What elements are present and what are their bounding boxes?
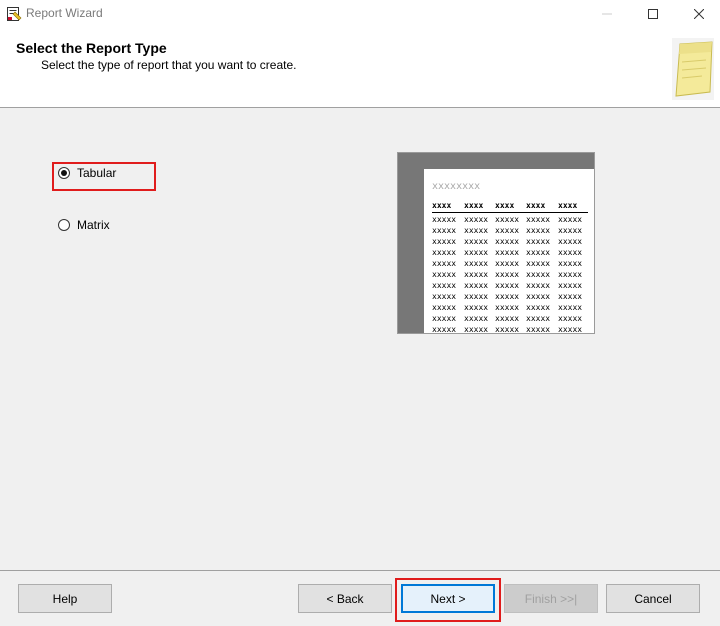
preview-cell: xxxxx bbox=[495, 314, 520, 323]
preview-cell: xxxxx bbox=[464, 226, 489, 235]
preview-cell: xxxxx bbox=[495, 259, 520, 268]
tabular-highlight-box bbox=[52, 162, 156, 191]
preview-cell: xxxxx bbox=[464, 270, 489, 279]
preview-cell: xxxxx bbox=[432, 248, 457, 257]
preview-cell: xxxxx bbox=[495, 215, 520, 224]
preview-header-rule bbox=[432, 212, 588, 213]
minimize-button[interactable] bbox=[584, 0, 630, 28]
preview-cell: xxxxx bbox=[558, 237, 583, 246]
preview-cell: xxxxx bbox=[526, 248, 551, 257]
preview-sheet: xxxxxxxx xxxx xxxx xxxx xxxx xxxx xxxxx xxxxx x… bbox=[424, 169, 594, 333]
preview-cell: xxxxx bbox=[526, 237, 551, 246]
preview-cell: xxxxx bbox=[464, 259, 489, 268]
page-subtitle: Select the type of report that you want … bbox=[41, 58, 297, 72]
back-button[interactable]: < Back bbox=[298, 584, 392, 613]
preview-cell: xxxxx bbox=[432, 259, 457, 268]
report-preview: xxxxxxxx xxxx xxxx xxxx xxxx xxxx xxxxx xxxxx x… bbox=[397, 152, 595, 334]
preview-cell: xxxxx bbox=[526, 215, 551, 224]
preview-header-cell: xxxx bbox=[432, 201, 452, 210]
maximize-button[interactable] bbox=[630, 0, 676, 28]
preview-cell: xxxxx bbox=[432, 215, 457, 224]
matrix-label: Matrix bbox=[77, 218, 110, 232]
preview-header-cell: xxxx bbox=[495, 201, 515, 210]
preview-cell: xxxxx bbox=[558, 303, 583, 312]
preview-cell: xxxxx bbox=[432, 325, 457, 333]
maximize-icon bbox=[648, 9, 658, 19]
preview-cell: xxxxx bbox=[526, 325, 551, 333]
preview-cell: xxxxx bbox=[432, 314, 457, 323]
preview-header-cell: xxxx bbox=[558, 201, 578, 210]
preview-cell: xxxxx bbox=[526, 226, 551, 235]
preview-cell: xxxxx bbox=[464, 248, 489, 257]
preview-cell: xxxxx bbox=[495, 248, 520, 257]
preview-cell: xxxxx bbox=[558, 270, 583, 279]
preview-cell: xxxxx bbox=[464, 237, 489, 246]
preview-cell: xxxxx bbox=[558, 215, 583, 224]
report-wizard-icon bbox=[7, 7, 22, 21]
preview-cell: xxxxx bbox=[495, 281, 520, 290]
preview-cell: xxxxx bbox=[432, 270, 457, 279]
preview-cell: xxxxx bbox=[526, 259, 551, 268]
preview-cell: xxxxx bbox=[526, 270, 551, 279]
preview-cell: xxxxx bbox=[558, 259, 583, 268]
preview-cell: xxxxx bbox=[464, 325, 489, 333]
preview-cell: xxxxx bbox=[432, 303, 457, 312]
preview-cell: xxxxx bbox=[464, 303, 489, 312]
preview-cell: xxxxx bbox=[558, 292, 583, 301]
preview-cell: xxxxx bbox=[464, 215, 489, 224]
matrix-radio[interactable] bbox=[58, 219, 70, 231]
sticky-note-icon bbox=[672, 38, 714, 100]
preview-cell: xxxxx bbox=[558, 281, 583, 290]
wizard-header: Select the Report Type Select the type o… bbox=[0, 28, 720, 108]
preview-cell: xxxxx bbox=[495, 237, 520, 246]
preview-cell: xxxxx bbox=[558, 226, 583, 235]
preview-cell: xxxxx bbox=[464, 314, 489, 323]
preview-title: xxxxxxxx bbox=[432, 181, 481, 192]
preview-cell: xxxxx bbox=[526, 281, 551, 290]
minimize-icon bbox=[602, 13, 612, 15]
preview-cell: xxxxx bbox=[495, 292, 520, 301]
wizard-content: Tabular Matrix xxxxxxxx xxxx xxxx xxxx xxxx… bbox=[0, 108, 720, 570]
preview-cell: xxxxx bbox=[526, 314, 551, 323]
preview-cell: xxxxx bbox=[495, 325, 520, 333]
preview-cell: xxxxx bbox=[495, 303, 520, 312]
preview-cell: xxxxx bbox=[558, 248, 583, 257]
preview-cell: xxxxx bbox=[526, 303, 551, 312]
preview-cell: xxxxx bbox=[432, 226, 457, 235]
title-bar: Report Wizard bbox=[0, 0, 720, 28]
preview-cell: xxxxx bbox=[495, 226, 520, 235]
close-button[interactable] bbox=[676, 0, 720, 28]
page-title: Select the Report Type bbox=[16, 40, 167, 56]
matrix-option[interactable]: Matrix bbox=[58, 218, 110, 232]
preview-cell: xxxxx bbox=[558, 325, 583, 333]
preview-cell: xxxxx bbox=[432, 281, 457, 290]
close-icon bbox=[694, 9, 704, 19]
preview-cell: xxxxx bbox=[526, 292, 551, 301]
preview-cell: xxxxx bbox=[495, 270, 520, 279]
preview-cell: xxxxx bbox=[464, 292, 489, 301]
footer-divider bbox=[0, 570, 720, 571]
preview-header-cell: xxxx bbox=[526, 201, 546, 210]
preview-cell: xxxxx bbox=[464, 281, 489, 290]
help-button[interactable]: Help bbox=[18, 584, 112, 613]
preview-cell: xxxxx bbox=[432, 292, 457, 301]
cancel-button[interactable]: Cancel bbox=[606, 584, 700, 613]
preview-cell: xxxxx bbox=[432, 237, 457, 246]
next-highlight-box bbox=[395, 578, 501, 622]
window-title: Report Wizard bbox=[26, 6, 103, 20]
finish-button: Finish >>| bbox=[504, 584, 598, 613]
preview-header-cell: xxxx bbox=[464, 201, 484, 210]
preview-cell: xxxxx bbox=[558, 314, 583, 323]
